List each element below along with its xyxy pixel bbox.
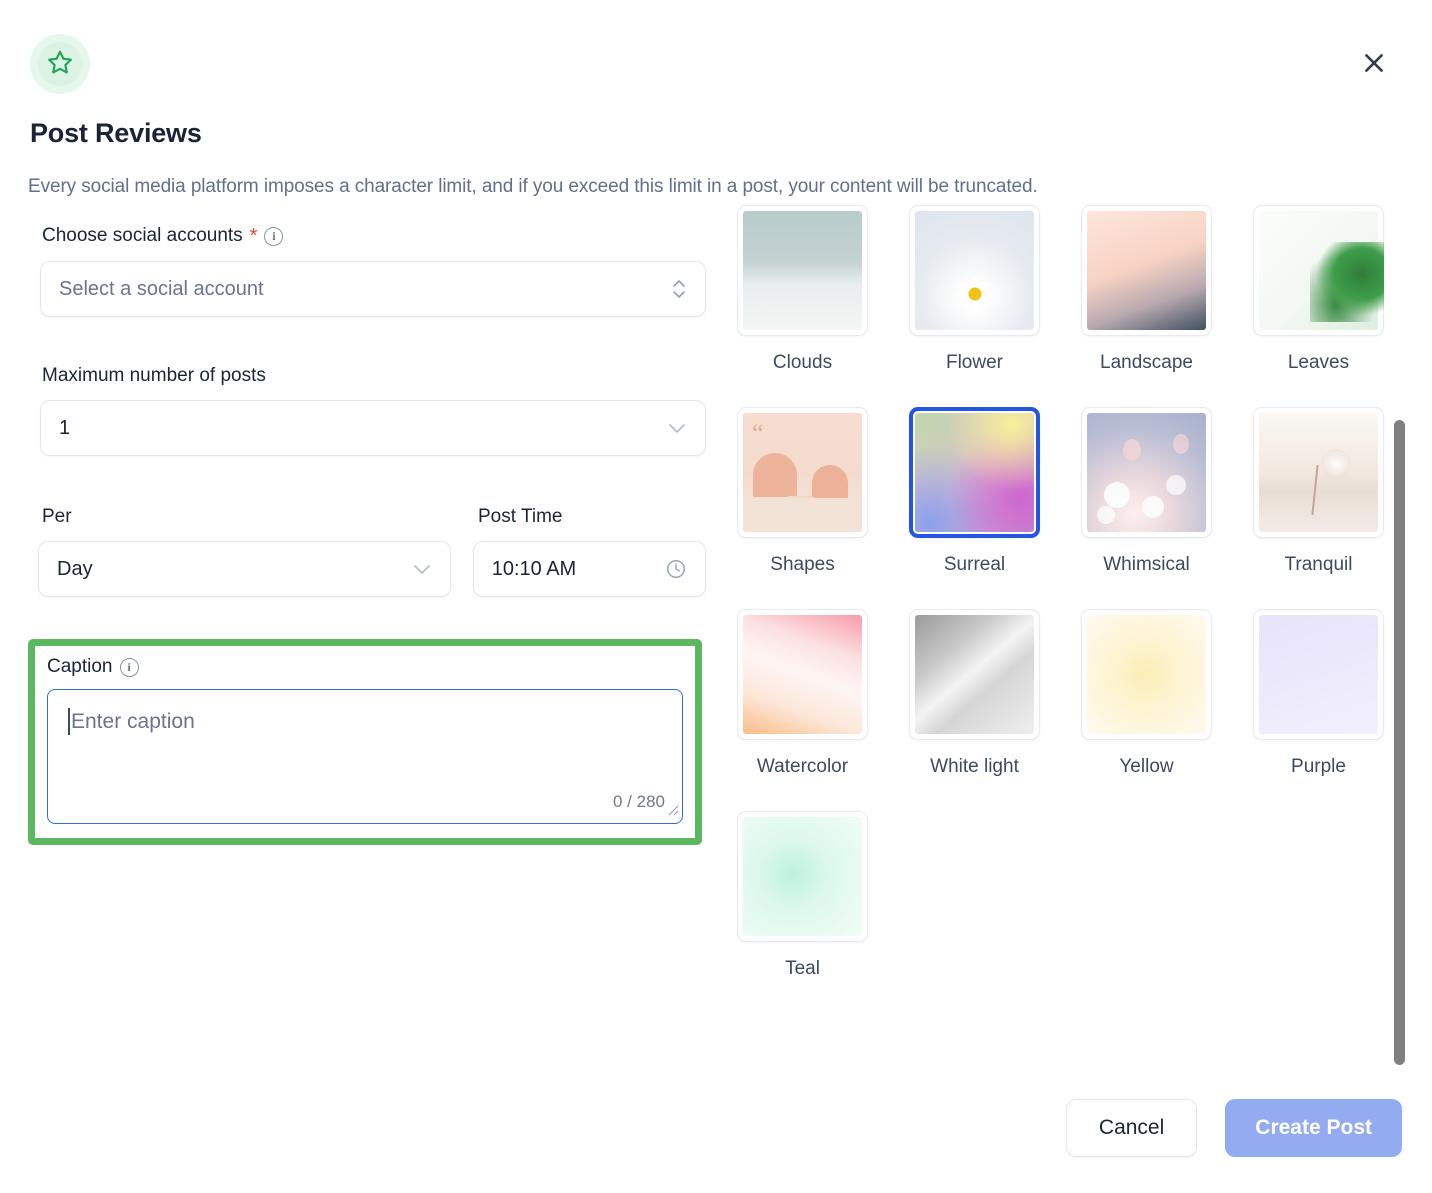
image-tile-purple[interactable]: Purple [1253, 609, 1384, 811]
image-tile-label: Clouds [772, 352, 833, 373]
per-value: Day [57, 557, 93, 580]
image-thumbnail-frame[interactable] [909, 407, 1040, 538]
image-thumbnail-frame[interactable] [1081, 205, 1212, 336]
image-thumbnail [1087, 211, 1206, 330]
image-tile-shapes[interactable]: “ Shapes [737, 407, 868, 609]
image-thumbnail-frame[interactable] [1253, 205, 1384, 336]
image-thumbnail [1259, 615, 1378, 734]
post-time-value: 10:10 AM [491, 557, 577, 580]
image-thumbnail [743, 211, 862, 330]
scrollbar-thumb[interactable] [1394, 420, 1405, 1065]
image-grid-scrollbar[interactable] [1394, 420, 1405, 1065]
image-thumbnail-frame[interactable] [909, 609, 1040, 740]
image-tile-tranquil[interactable]: Tranquil [1253, 407, 1384, 609]
image-thumbnail [915, 211, 1034, 330]
image-tile-label: Flower [945, 352, 1003, 373]
image-tile-label: Tranquil [1284, 554, 1353, 575]
image-thumbnail-frame[interactable] [737, 811, 868, 942]
resize-handle-icon[interactable] [665, 802, 679, 821]
chevron-down-icon [667, 421, 687, 435]
image-thumbnail [743, 817, 862, 936]
image-thumbnail-frame[interactable]: “ [737, 407, 868, 538]
caption-textarea[interactable]: Enter caption 0 / 280 [47, 689, 683, 824]
image-thumbnail-frame[interactable] [1253, 407, 1384, 538]
image-tile-label: Shapes [770, 554, 835, 575]
clock-icon[interactable] [665, 558, 687, 580]
page-subtitle: Every social media platform imposes a ch… [28, 176, 1038, 197]
image-thumbnail-frame[interactable] [737, 609, 868, 740]
image-template-grid[interactable]: Clouds Flower Landscape Leaves “ Shapes Surrea… [737, 205, 1397, 1060]
image-tile-teal[interactable]: Teal [737, 811, 868, 1013]
image-thumbnail-frame[interactable] [1081, 609, 1212, 740]
max-posts-value: 1 [59, 416, 71, 439]
footer-actions: Cancel Create Post [1065, 1099, 1402, 1157]
image-grid-inner: Clouds Flower Landscape Leaves “ Shapes Surrea… [737, 205, 1397, 1013]
star-badge-inner [38, 42, 82, 86]
close-icon [1361, 50, 1387, 79]
info-icon[interactable]: i [119, 657, 139, 677]
image-thumbnail-frame[interactable] [1081, 407, 1212, 538]
image-tile-label: Leaves [1287, 352, 1350, 373]
image-tile-flower[interactable]: Flower [909, 205, 1040, 407]
image-tile-watercolor[interactable]: Watercolor [737, 609, 868, 811]
page-title: Post Reviews [30, 118, 202, 148]
image-tile-label: Landscape [1100, 352, 1193, 373]
image-thumbnail [1087, 615, 1206, 734]
image-thumbnail-frame[interactable] [737, 205, 868, 336]
close-button[interactable] [1356, 46, 1392, 82]
image-thumbnail-frame[interactable] [909, 205, 1040, 336]
image-tile-label: Whimsical [1103, 554, 1190, 575]
info-icon[interactable]: i [264, 226, 284, 246]
image-thumbnail [1259, 413, 1378, 532]
image-tile-label: Watercolor [756, 756, 849, 777]
social-accounts-label: Choose social accounts * i [42, 225, 706, 247]
required-indicator: * [249, 225, 258, 247]
image-thumbnail [743, 615, 862, 734]
image-thumbnail-frame[interactable] [1253, 609, 1384, 740]
caption-highlight-region: Caption i Enter caption 0 / 280 [28, 639, 702, 845]
cancel-button[interactable]: Cancel [1065, 1099, 1198, 1157]
image-tile-white-light[interactable]: White light [909, 609, 1040, 811]
post-time-label: Post Time [478, 506, 563, 527]
per-label: Per [42, 506, 72, 527]
image-tile-label: Surreal [943, 554, 1006, 575]
image-tile-label: Yellow [1119, 756, 1174, 777]
image-tile-surreal[interactable]: Surreal [909, 407, 1040, 609]
per-select[interactable]: Day [38, 541, 451, 597]
max-posts-select[interactable]: 1 [40, 400, 706, 456]
image-tile-label: Teal [785, 958, 820, 979]
caption-label: Caption i [47, 656, 683, 678]
max-posts-label: Maximum number of posts [42, 365, 266, 386]
post-reviews-modal: Post Reviews Every social media platform… [0, 0, 1432, 1193]
image-tile-label: Purple [1291, 756, 1346, 777]
text-caret [68, 708, 70, 735]
updown-chevron-icon [671, 276, 687, 302]
star-icon [47, 49, 73, 80]
create-post-button[interactable]: Create Post [1225, 1099, 1402, 1157]
social-account-select[interactable]: Select a social account [40, 261, 706, 317]
image-tile-whimsical[interactable]: Whimsical [1081, 407, 1212, 609]
image-tile-landscape[interactable]: Landscape [1081, 205, 1212, 407]
image-tile-clouds[interactable]: Clouds [737, 205, 868, 407]
social-account-placeholder: Select a social account [59, 277, 264, 300]
image-tile-label: White light [930, 756, 1019, 777]
caption-placeholder: Enter caption [71, 710, 195, 733]
post-time-input[interactable]: 10:10 AM [472, 541, 706, 597]
image-tile-yellow[interactable]: Yellow [1081, 609, 1212, 811]
chevron-down-icon [412, 562, 432, 576]
character-counter: 0 / 280 [613, 792, 665, 811]
image-thumbnail [915, 413, 1034, 532]
image-thumbnail [915, 615, 1034, 734]
image-thumbnail [1087, 413, 1206, 532]
image-thumbnail: “ [743, 413, 862, 532]
form-column: Choose social accounts * i Select a soci… [0, 225, 730, 845]
image-thumbnail [1259, 211, 1384, 330]
star-badge [30, 34, 90, 94]
image-tile-leaves[interactable]: Leaves [1253, 205, 1384, 407]
